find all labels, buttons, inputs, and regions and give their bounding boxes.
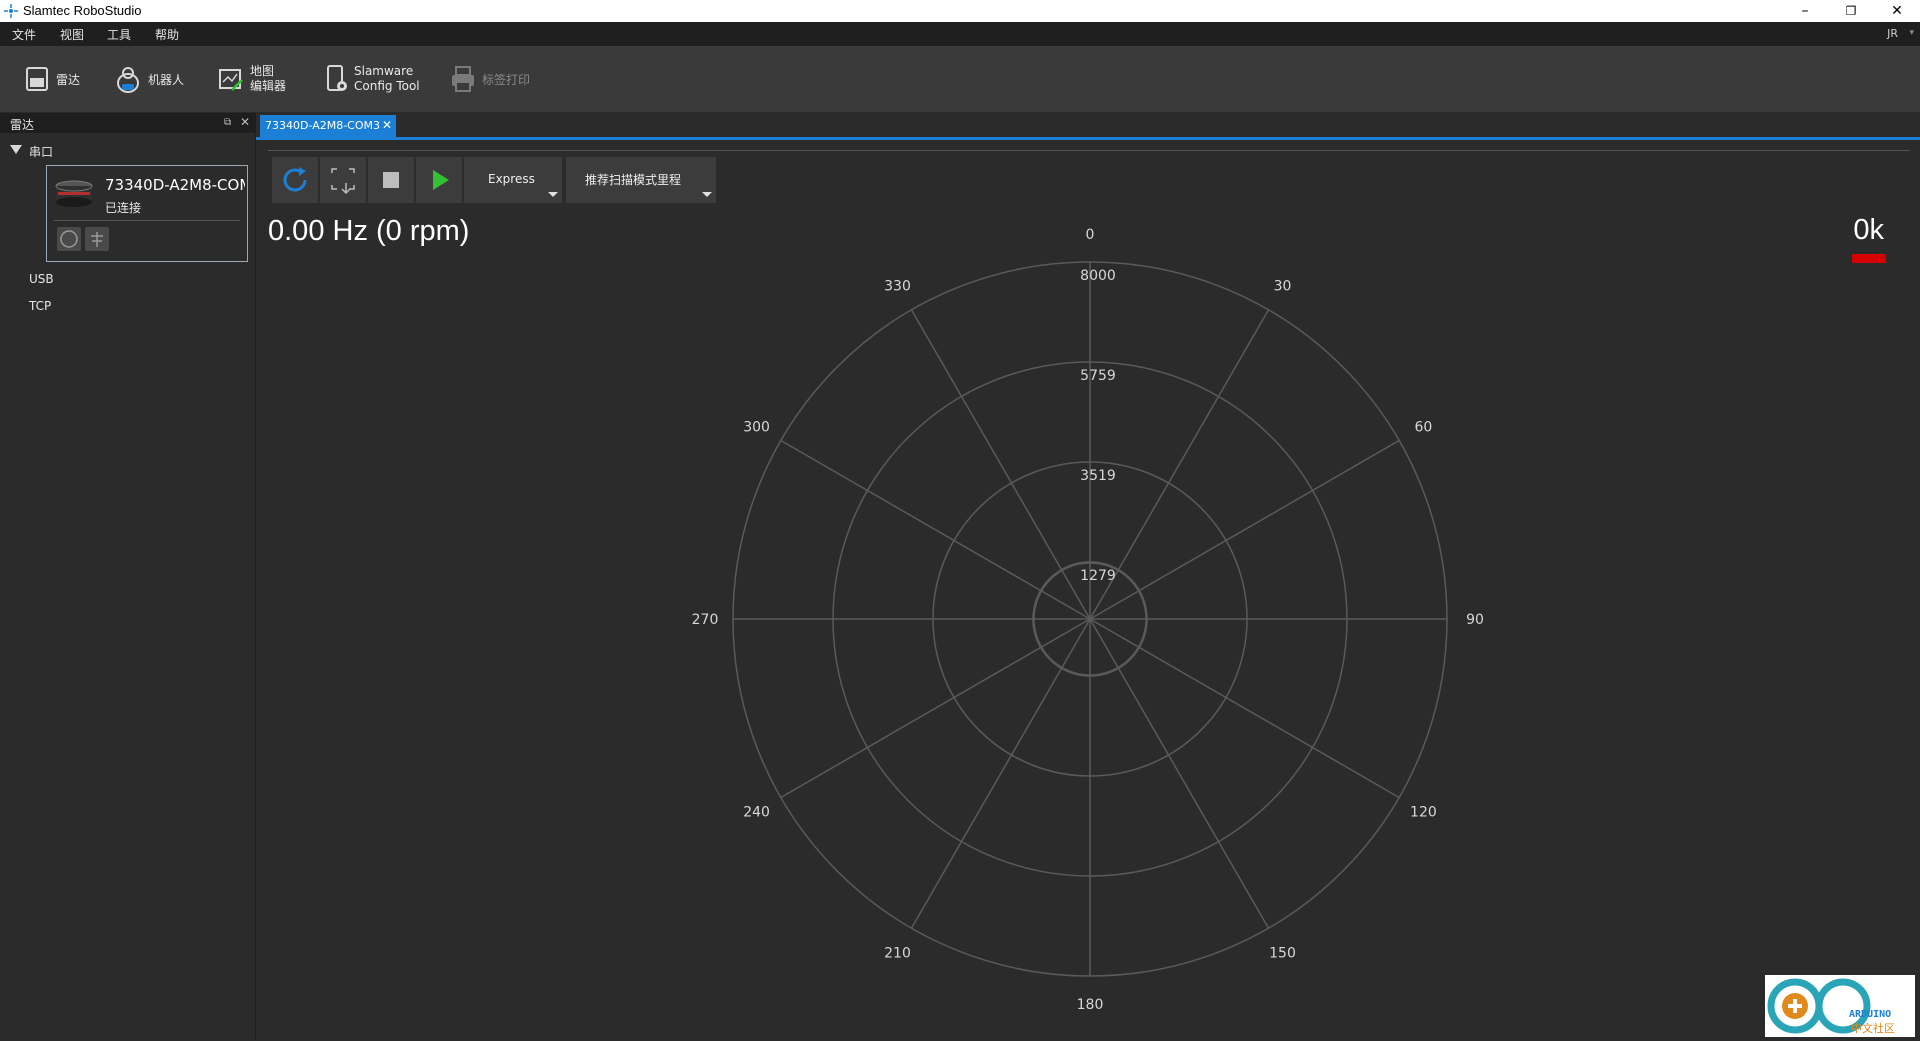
capture-button[interactable] <box>320 157 366 203</box>
lidar-label: 雷达 <box>56 73 81 87</box>
angle-tick-label: 330 <box>884 279 911 295</box>
close-panel-icon[interactable]: ✕ <box>240 115 250 129</box>
map-editor-button[interactable]: 地图 编辑器 <box>218 46 298 112</box>
firmware-button[interactable] <box>85 227 109 251</box>
chevron-down-icon <box>702 192 712 197</box>
chevron-down-icon[interactable]: ▾ <box>1909 28 1914 38</box>
label-print-button[interactable]: 标签打印 <box>450 46 540 112</box>
radial-tick-label: 1279 <box>1080 568 1116 584</box>
angle-tick-label: 120 <box>1410 805 1437 821</box>
angle-tick-label: 90 <box>1466 612 1484 628</box>
tab-device[interactable]: 73340D-A2M8-COM3 ✕ <box>260 115 396 137</box>
device-name: 73340D-A2M8-COM3 <box>105 176 245 194</box>
robot-button[interactable]: 机器人 <box>116 46 196 112</box>
map-editor-label-1: 地图 <box>250 64 275 78</box>
title-bar: Slamtec RoboStudio – ❐ ✕ <box>0 0 1920 22</box>
close-window-button[interactable]: ✕ <box>1874 0 1920 22</box>
angle-tick-label: 0 <box>1086 227 1095 243</box>
robot-icon <box>117 67 139 93</box>
angle-tick-label: 30 <box>1274 279 1292 295</box>
document-tabs: 73340D-A2M8-COM3 ✕ <box>256 113 1920 139</box>
lidar-polar-plot[interactable]: 0 30 60 90 120 150 180 210 240 270 300 330 1279 3519 5… <box>640 210 1540 1030</box>
capture-icon <box>331 168 355 195</box>
minimize-button[interactable]: – <box>1782 0 1828 22</box>
slamware-label-1: Slamware <box>354 64 414 78</box>
map-editor-label-2: 编辑器 <box>250 79 287 93</box>
restore-button[interactable]: ❐ <box>1828 0 1874 22</box>
lidar-panel-title: 雷达 <box>10 118 35 132</box>
scan-view-button[interactable] <box>57 227 81 251</box>
pin-icon[interactable]: ⧉ <box>224 117 231 128</box>
scan-mode-value: Express <box>488 172 535 186</box>
menu-file[interactable]: 文件 <box>12 26 36 43</box>
angle-tick-label: 180 <box>1077 997 1104 1013</box>
arduino-logo: ARDUINO 中文社区 <box>1765 975 1915 1037</box>
slamware-label-2: Config Tool <box>354 79 420 93</box>
lidar-panel: 雷达 ⧉ ✕ 串口 73340D-A2M8-COM3 已连接 USB <box>0 113 256 1040</box>
menu-bar: 文件 视图 工具 帮助 JR ▾ <box>0 22 1920 46</box>
circle-icon <box>60 230 78 248</box>
chevron-down-icon <box>548 192 558 197</box>
bug-icon <box>91 232 103 247</box>
robot-label: 机器人 <box>148 73 185 87</box>
device-divider <box>54 220 240 221</box>
refresh-icon <box>283 167 307 192</box>
tab-close-icon[interactable]: ✕ <box>382 118 392 132</box>
scan-mode-dropdown[interactable]: Express <box>464 157 562 203</box>
angle-tick-label: 300 <box>743 420 770 436</box>
point-count-bar <box>1852 254 1886 263</box>
menu-tools[interactable]: 工具 <box>107 26 131 43</box>
angle-tick-label: 210 <box>884 945 911 961</box>
menu-help[interactable]: 帮助 <box>155 26 179 43</box>
start-button[interactable] <box>416 157 462 203</box>
expand-caret-icon[interactable] <box>10 145 22 154</box>
stop-icon <box>383 172 399 188</box>
tab-underline <box>256 137 1920 140</box>
tree-item-serial[interactable]: 串口 <box>29 143 53 160</box>
frequency-readout: 0.00 Hz (0 rpm) <box>268 215 470 247</box>
printer-icon <box>452 66 474 92</box>
content-divider <box>268 150 1910 151</box>
tree-item-usb[interactable]: USB <box>29 272 54 286</box>
window-title: Slamtec RoboStudio <box>23 3 142 18</box>
slamware-config-button[interactable]: Slamware Config Tool <box>324 46 424 112</box>
user-initials[interactable]: JR <box>1887 27 1898 40</box>
angle-tick-label: 150 <box>1269 945 1296 961</box>
map-editor-icon <box>219 69 243 91</box>
refresh-button[interactable] <box>272 157 318 203</box>
motor-mode-dropdown[interactable]: 推荐扫描模式里程 <box>566 157 716 203</box>
motor-mode-value: 推荐扫描模式里程 <box>585 173 682 187</box>
menu-view[interactable]: 视图 <box>60 26 84 43</box>
radial-tick-label: 5759 <box>1080 368 1116 384</box>
radial-tick-label: 8000 <box>1080 268 1116 284</box>
lidar-button[interactable]: 雷达 <box>24 46 94 112</box>
tree-item-tcp[interactable]: TCP <box>29 299 51 313</box>
logo-subtext: 中文社区 <box>1851 1022 1895 1035</box>
stop-button[interactable] <box>368 157 414 203</box>
angle-tick-label: 240 <box>743 805 770 821</box>
lidar-icon <box>26 67 48 91</box>
radial-tick-label: 3519 <box>1080 468 1116 484</box>
point-count-readout: 0k <box>1853 214 1884 246</box>
robostudio-app-icon <box>4 4 18 18</box>
main-toolbar: 雷达 机器人 地图 编辑器 Slamware Config Tool 标签打印 <box>0 46 1920 113</box>
angle-tick-label: 60 <box>1415 420 1433 436</box>
lidar-device-image <box>55 180 93 207</box>
device-status: 已连接 <box>105 201 142 215</box>
lidar-panel-header: 雷达 ⧉ ✕ <box>0 113 255 133</box>
play-icon <box>433 170 449 190</box>
device-card[interactable]: 73340D-A2M8-COM3 已连接 <box>46 165 248 262</box>
slamware-config-icon <box>327 65 347 91</box>
logo-text: ARDUINO <box>1849 1009 1892 1020</box>
label-print-label: 标签打印 <box>482 73 531 87</box>
tab-device-label: 73340D-A2M8-COM3 <box>265 119 381 132</box>
angle-tick-label: 270 <box>692 612 719 628</box>
